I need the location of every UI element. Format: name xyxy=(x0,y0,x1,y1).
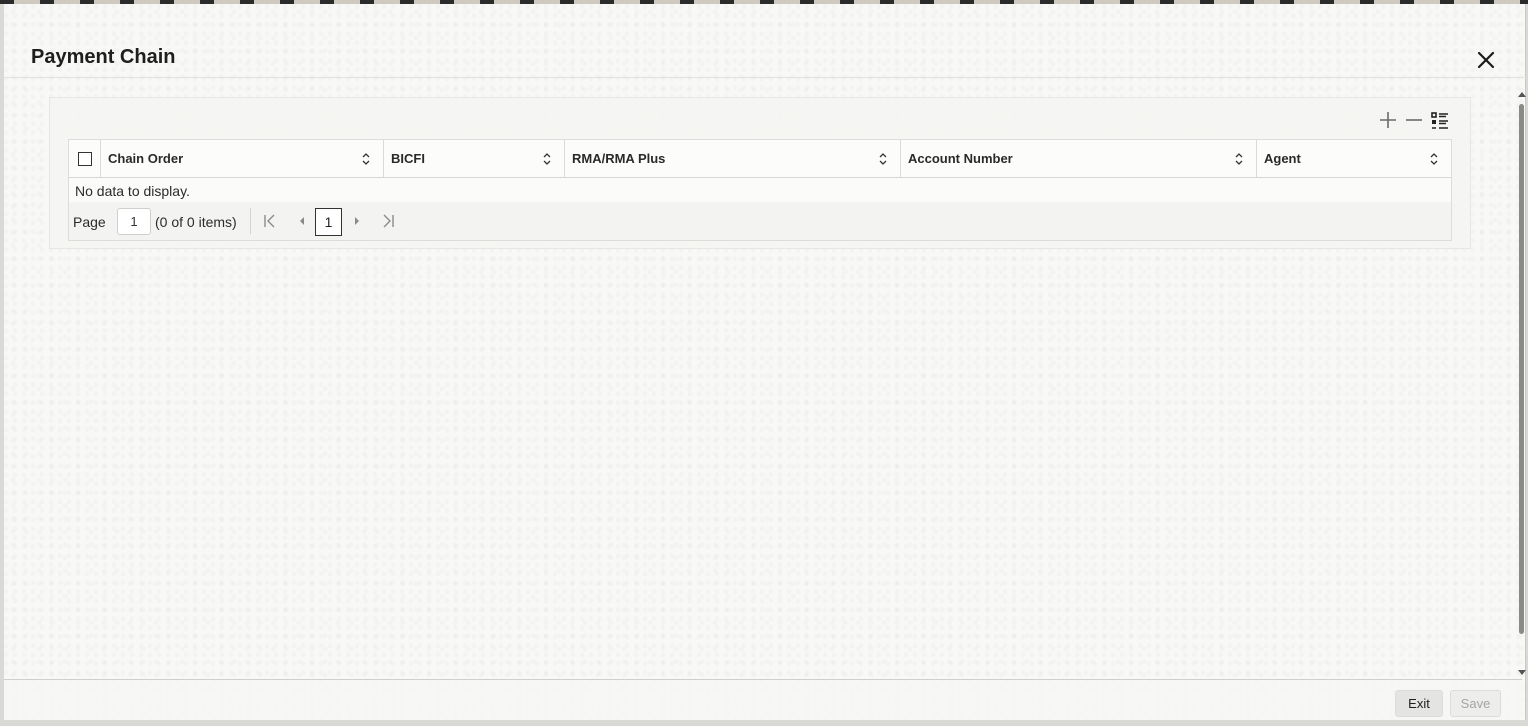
next-page-icon[interactable] xyxy=(349,213,365,229)
column-agent[interactable]: Agent xyxy=(1257,140,1451,177)
select-all-checkbox[interactable] xyxy=(78,152,92,166)
column-label: BICFI xyxy=(391,151,425,166)
column-bicfi[interactable]: BICFI xyxy=(384,140,565,177)
close-icon[interactable] xyxy=(1474,48,1498,72)
column-rma-rma-plus[interactable]: RMA/RMA Plus xyxy=(565,140,901,177)
column-label: Account Number xyxy=(908,151,1013,166)
pagination-bar: Page (0 of 0 items) 1 xyxy=(69,202,1451,240)
empty-table-message: No data to display. xyxy=(75,183,190,199)
payment-chain-table: Chain Order BICFI RMA/RMA Plus Account N… xyxy=(68,139,1452,241)
minus-icon[interactable] xyxy=(1403,109,1425,131)
last-page-icon[interactable] xyxy=(380,213,396,229)
payment-chain-panel: Chain Order BICFI RMA/RMA Plus Account N… xyxy=(49,97,1471,249)
column-label: RMA/RMA Plus xyxy=(572,151,666,166)
sort-icon[interactable] xyxy=(1429,152,1439,166)
page-number-input[interactable] xyxy=(117,208,151,235)
column-account-number[interactable]: Account Number xyxy=(901,140,1257,177)
sort-icon[interactable] xyxy=(878,152,888,166)
pager-divider xyxy=(250,208,251,234)
table-header: Chain Order BICFI RMA/RMA Plus Account N… xyxy=(69,140,1451,178)
vertical-scrollbar[interactable] xyxy=(1517,90,1526,680)
page-label: Page xyxy=(73,214,106,230)
first-page-icon[interactable] xyxy=(262,213,278,229)
dialog-title: Payment Chain xyxy=(31,46,176,68)
column-label: Chain Order xyxy=(108,151,184,166)
plus-icon[interactable] xyxy=(1377,109,1399,131)
column-chain-order[interactable]: Chain Order xyxy=(101,140,384,177)
dialog-footer: Exit Save xyxy=(4,679,1522,720)
previous-page-icon[interactable] xyxy=(294,213,310,229)
select-all-column xyxy=(69,140,101,177)
scroll-down-arrow-icon[interactable] xyxy=(1518,670,1526,675)
scroll-up-arrow-icon[interactable] xyxy=(1518,92,1526,97)
item-count: (0 of 0 items) xyxy=(155,214,237,230)
scroll-thumb[interactable] xyxy=(1519,104,1524,634)
list-icon[interactable] xyxy=(1429,109,1451,131)
column-label: Agent xyxy=(1264,151,1301,166)
sort-icon[interactable] xyxy=(542,152,552,166)
dialog-header: Payment Chain xyxy=(4,4,1526,78)
current-page-button[interactable]: 1 xyxy=(315,208,342,236)
save-button[interactable]: Save xyxy=(1450,690,1501,717)
sort-icon[interactable] xyxy=(1234,152,1244,166)
exit-button[interactable]: Exit xyxy=(1395,690,1443,717)
sort-icon[interactable] xyxy=(361,152,371,166)
payment-chain-dialog: Payment Chain Chain Order BICFI RMA/RMA … xyxy=(4,4,1526,720)
